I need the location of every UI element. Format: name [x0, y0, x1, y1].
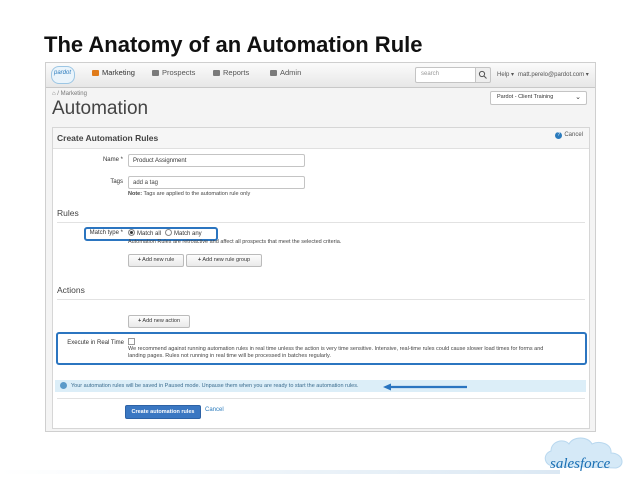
realtime-help-2: landing pages. Rules not running in real… [128, 353, 331, 359]
pardot-logo[interactable]: pardot [51, 66, 75, 84]
briefcase-icon [270, 70, 277, 76]
realtime-help-1: We recommend against running automation … [128, 346, 544, 352]
divider [57, 398, 585, 399]
divider [57, 222, 585, 223]
nav-item-label: Marketing [102, 68, 135, 77]
info-icon [60, 382, 67, 389]
nav-item-label: Reports [223, 68, 250, 77]
breadcrumb-marketing[interactable]: Marketing [61, 91, 87, 97]
user-menu[interactable]: matt.perelo@pardot.com ▾ [518, 71, 589, 78]
radio-unselected-icon [165, 229, 172, 236]
user-label: matt.perelo@pardot.com [518, 72, 585, 78]
top-nav: pardot Marketing Prospects Reports Admin… [46, 63, 595, 88]
cancel-top-label: Cancel [564, 132, 583, 138]
salesforce-logo-text: salesforce [550, 456, 611, 472]
search-button[interactable] [475, 67, 491, 83]
info-message: Your automation rules will be saved in P… [71, 383, 359, 389]
breadcrumb: ⌂ / Marketing [52, 91, 87, 97]
create-rule-panel: Create Automation Rules ? Cancel Name * P… [52, 127, 590, 429]
pardot-screenshot: pardot Marketing Prospects Reports Admin… [45, 62, 596, 432]
create-automation-rules-button[interactable]: Create automation rules [125, 405, 201, 419]
annotation-arrow-icon [383, 383, 467, 391]
name-value: Product Assignment [133, 158, 187, 164]
name-label-text: Name [102, 157, 119, 163]
nav-item-prospects[interactable]: Prospects [152, 68, 195, 77]
tags-label: Tags [110, 179, 123, 185]
add-rule-group-button[interactable]: + Add new rule group [186, 254, 262, 267]
chart-icon [213, 70, 220, 76]
tags-placeholder: add a tag [133, 180, 159, 186]
tags-note-text: Tags are applied to the automation rule … [143, 191, 251, 197]
add-action-button[interactable]: + Add new action [128, 315, 190, 328]
help-label: Help [497, 72, 510, 78]
add-rule-label: Add new rule [142, 257, 175, 263]
tags-field[interactable]: add a tag [128, 176, 305, 189]
info-bar: Your automation rules will be saved in P… [55, 380, 586, 392]
pencil-icon [92, 70, 99, 76]
add-action-label: Add new action [142, 318, 181, 324]
cancel-link[interactable]: Cancel [205, 407, 224, 413]
tags-note-bold: Note: [128, 191, 143, 197]
rules-section-title: Rules [57, 208, 79, 218]
footer-band [0, 470, 560, 474]
nav-item-reports[interactable]: Reports [213, 68, 249, 77]
actions-section-title: Actions [57, 285, 85, 295]
plus-icon: + [197, 257, 202, 263]
panel-title: Create Automation Rules [57, 133, 159, 143]
match-any-radio[interactable]: Match any [165, 229, 202, 237]
name-label: Name * [102, 157, 123, 163]
match-all-label: Match all [137, 231, 162, 237]
salesforce-logo: salesforce [544, 437, 623, 472]
search-input[interactable]: search [415, 67, 477, 83]
add-rule-group-label: Add new rule group [202, 257, 251, 263]
match-all-radio[interactable]: Match all [128, 229, 161, 237]
pardot-logo-text: pardot [54, 70, 72, 76]
radio-selected-icon [128, 229, 135, 236]
account-select-value: Pardot - Client Training [497, 94, 554, 100]
name-field[interactable]: Product Assignment [128, 154, 305, 167]
nav-item-label: Prospects [162, 68, 196, 77]
rules-help-text: Automation Rules are retroactive and aff… [128, 239, 342, 245]
home-icon[interactable]: ⌂ [52, 91, 56, 97]
match-type-label: Match type * [89, 230, 123, 236]
search-icon [478, 70, 487, 79]
page-title: Automation [52, 98, 149, 119]
chevron-down-icon: ⌄ [575, 94, 581, 101]
match-any-label: Match any [174, 231, 202, 237]
match-type-label-text: Match type [89, 230, 119, 236]
nav-item-admin[interactable]: Admin [270, 68, 301, 77]
search-placeholder: search [421, 71, 440, 77]
people-icon [152, 70, 159, 76]
plus-icon: + [137, 318, 142, 324]
nav-item-marketing[interactable]: Marketing [92, 68, 135, 77]
help-menu[interactable]: Help ▾ [497, 71, 514, 78]
divider [57, 299, 585, 300]
add-rule-button[interactable]: + Add new rule [128, 254, 184, 267]
tags-note: Note: Tags are applied to the automation… [128, 191, 250, 197]
account-select[interactable]: Pardot - Client Training ⌄ [490, 91, 587, 105]
realtime-checkbox[interactable] [128, 338, 135, 345]
nav-item-label: Admin [280, 68, 302, 77]
plus-icon: + [137, 257, 141, 263]
slide-title: The Anatomy of an Automation Rule [44, 32, 423, 57]
realtime-label: Execute in Real Time [67, 340, 124, 346]
help-circle-icon: ? [555, 132, 563, 139]
panel-header: Create Automation Rules ? Cancel [53, 128, 589, 149]
cancel-top-link[interactable]: ? Cancel [555, 132, 583, 139]
